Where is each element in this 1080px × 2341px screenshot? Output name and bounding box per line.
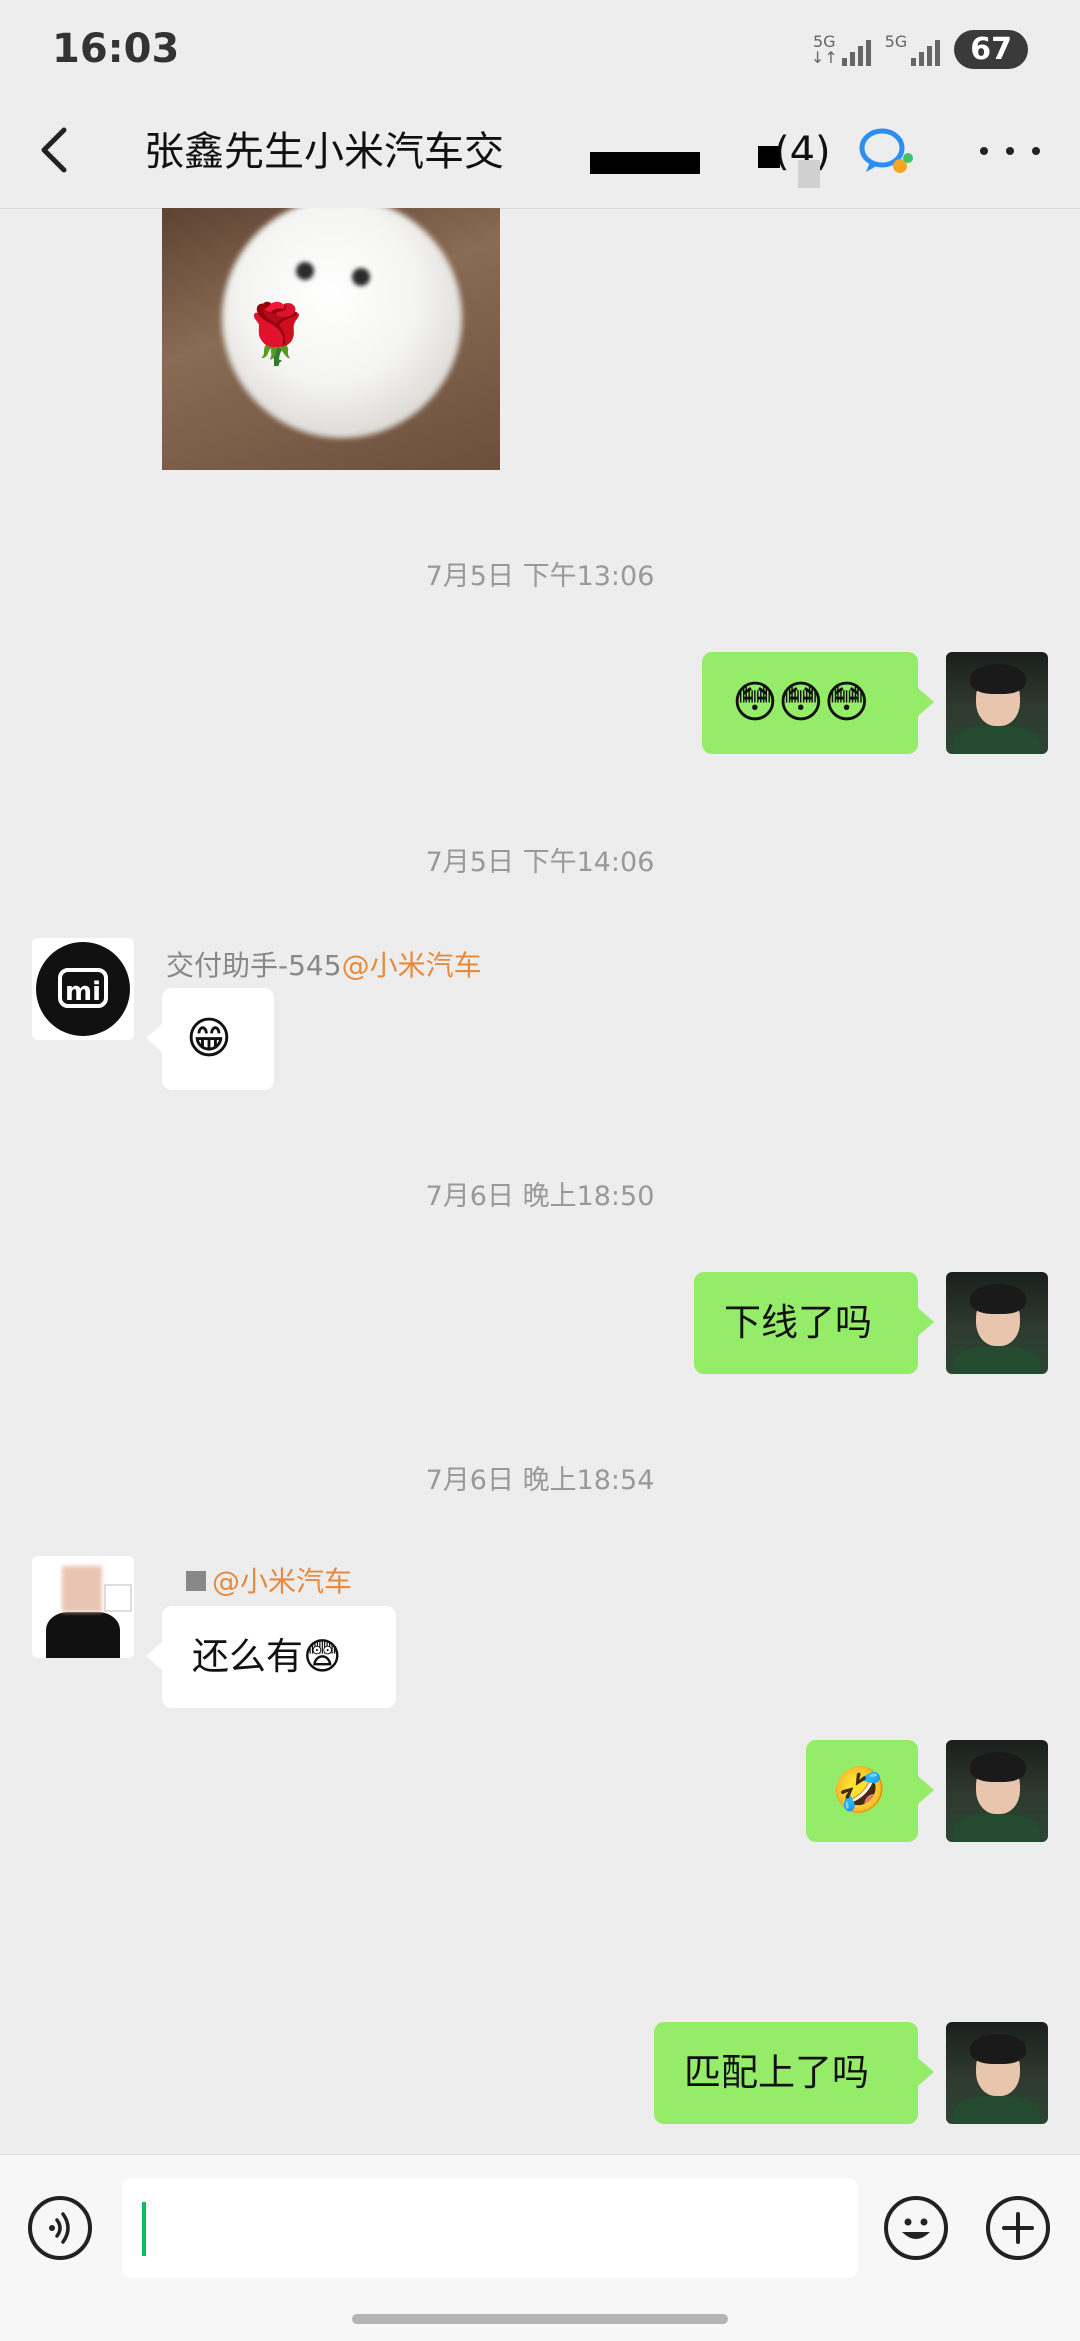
avatar-self[interactable]	[946, 1740, 1048, 1842]
sender-name: 交付助手-545@小米汽车	[166, 949, 482, 982]
rose-emoji: 🌹	[240, 300, 313, 368]
network-label-2: 5G	[884, 31, 908, 51]
chat-title-text: 张鑫先生小米汽车交	[144, 129, 504, 175]
message-timestamp: 7月6日 晚上18:54	[425, 1465, 655, 1496]
status-bar: 16:03 5G ↓↑ 5G 67	[0, 0, 1080, 96]
message-bubble-self[interactable]: 🤣	[806, 1740, 934, 1842]
avatar-self[interactable]	[946, 2022, 1048, 2124]
status-icons: 5G ↓↑ 5G 67	[811, 30, 1028, 69]
sender-org: @小米汽车	[341, 949, 482, 982]
avatar-self[interactable]	[946, 1272, 1048, 1374]
network-indicator-2: 5G	[884, 31, 941, 66]
sender-name: @小米汽车	[186, 1560, 352, 1600]
more-options-icon[interactable]	[980, 124, 1040, 178]
redaction-mark	[798, 160, 820, 188]
network-label-1: 5G	[812, 31, 836, 51]
emoji-icon[interactable]	[884, 2196, 948, 2260]
message-timestamp: 7月5日 下午14:06	[425, 847, 655, 878]
message-bubble-other[interactable]: 还么有😨	[146, 1606, 396, 1708]
redaction-mark	[758, 146, 780, 168]
voice-icon[interactable]	[28, 2196, 92, 2260]
back-arrow-icon[interactable]	[28, 118, 84, 182]
message-timestamp: 7月6日 晚上18:50	[425, 1181, 655, 1212]
signal-icon-2	[911, 36, 941, 66]
avatar-xiaomi[interactable]: mi	[32, 938, 134, 1040]
image-message[interactable]: 🌹	[162, 208, 500, 470]
redacted-name	[186, 1571, 206, 1591]
network-indicator-1: 5G ↓↑	[811, 31, 871, 66]
redaction-mark	[590, 152, 700, 174]
message-bubble-self[interactable]: 😳😳😳	[702, 652, 934, 754]
status-time: 16:03	[52, 26, 180, 72]
plus-icon[interactable]	[986, 2196, 1050, 2260]
avatar-other[interactable]	[32, 1556, 134, 1658]
battery-indicator: 67	[954, 30, 1028, 69]
group-chat-icon[interactable]	[856, 122, 916, 182]
message-input[interactable]	[122, 2178, 858, 2278]
avatar-self[interactable]	[946, 652, 1048, 754]
home-indicator[interactable]	[352, 2314, 728, 2324]
sender-org: @小米汽车	[212, 1565, 353, 1598]
text-cursor	[142, 2202, 146, 2256]
message-bubble-other[interactable]: 😁	[146, 988, 274, 1090]
message-bubble-self[interactable]: 下线了吗	[694, 1272, 934, 1374]
message-bubble-self[interactable]: 匹配上了吗	[654, 2022, 934, 2124]
message-timestamp: 7月5日 下午13:06	[425, 561, 655, 592]
signal-icon	[841, 36, 871, 66]
